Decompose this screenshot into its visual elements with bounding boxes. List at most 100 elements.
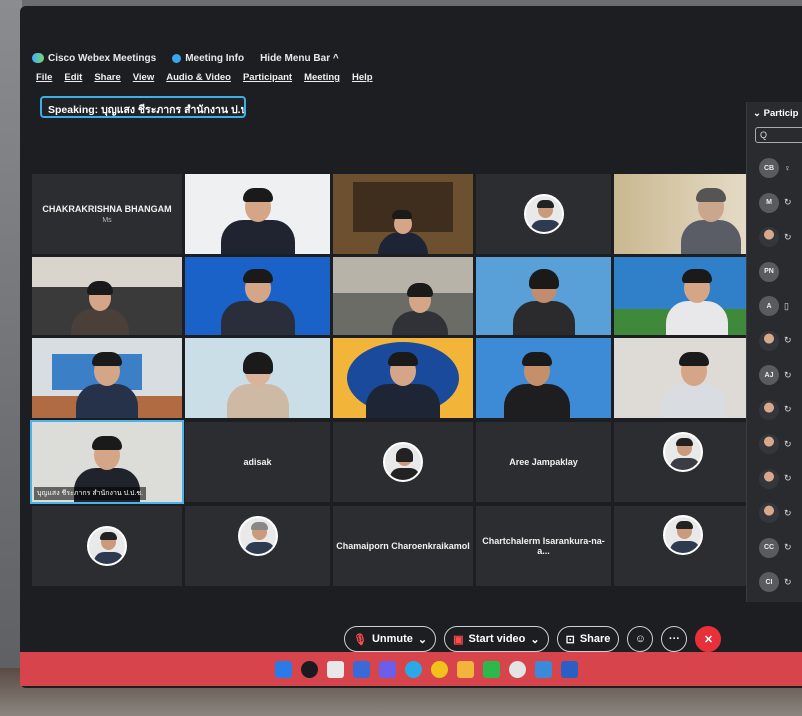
video-tile[interactable]: Aree Jampaklay (476, 422, 611, 502)
video-tile[interactable]: CHAKRAKRISHNA BHANGAM Ms (32, 174, 182, 254)
video-tile[interactable] (614, 422, 752, 502)
participant-video (503, 352, 570, 418)
video-off-icon: ▣ (453, 633, 464, 646)
chevron-down-icon[interactable]: ⌄ (418, 633, 427, 646)
audio-icon: ↻ (784, 576, 792, 587)
file-explorer-icon[interactable] (456, 660, 474, 678)
video-tile[interactable] (32, 338, 182, 418)
participant-initials: CB (759, 158, 779, 179)
start-menu-icon[interactable] (274, 660, 292, 678)
menu-share[interactable]: Share (94, 72, 120, 83)
audio-icon: ↻ (784, 335, 792, 346)
video-tile[interactable] (476, 338, 611, 418)
participant-row[interactable]: M ↻ (747, 186, 802, 221)
meeting-info-button[interactable]: Meeting Info (172, 53, 244, 64)
participant-initials: CC (759, 537, 779, 558)
video-tile-active-speaker[interactable]: บุญแสง ชีระภากร สำนักงาน ป.ป.ช. (30, 420, 184, 504)
participants-panel: ⌄ Particip Q CB ♀ M ↻ ↻ PN A ▯ ↻ AJ ↻ ↻ ↻ ↻ … (746, 102, 802, 602)
menu-audio-video[interactable]: Audio & Video (166, 72, 231, 83)
participant-name: Chartchalerm Isarankura-na-a... (482, 536, 605, 556)
participant-row[interactable]: ↻ (747, 496, 802, 531)
webex-taskbar-icon[interactable] (534, 660, 552, 678)
video-tile[interactable] (333, 338, 473, 418)
participant-row[interactable]: CI ↻ (747, 565, 802, 600)
video-tile[interactable] (185, 338, 330, 418)
video-tile[interactable] (333, 257, 473, 335)
participant-row[interactable]: AJ ↻ (747, 358, 802, 393)
teams-chat-icon[interactable] (378, 660, 396, 678)
video-tile[interactable]: Chartchalerm Isarankura-na-a... (476, 506, 611, 586)
task-view-icon[interactable] (326, 660, 344, 678)
participant-row[interactable]: ↻ (747, 427, 802, 462)
video-tile[interactable] (185, 257, 330, 335)
menu-view[interactable]: View (133, 72, 154, 83)
participant-video (391, 283, 448, 335)
widgets-icon[interactable] (352, 660, 370, 678)
webex-logo-icon (32, 53, 44, 63)
leave-meeting-button[interactable]: ✕ (695, 626, 722, 652)
video-tile[interactable] (185, 174, 330, 254)
participant-name: adisak (243, 457, 272, 467)
video-tile[interactable] (333, 422, 473, 502)
share-button[interactable]: ⊡ Share (556, 626, 620, 652)
menu-help[interactable]: Help (352, 72, 373, 83)
start-video-label: Start video (468, 633, 526, 645)
participant-name: Aree Jampaklay (509, 457, 578, 467)
participant-video (220, 269, 295, 335)
video-tile[interactable] (476, 174, 611, 254)
participant-row[interactable]: CB ♀ (747, 151, 802, 186)
participant-avatar (383, 442, 423, 482)
collapse-chevron-icon: ⌄ (753, 108, 764, 119)
reactions-button[interactable]: ☺ (627, 626, 654, 652)
chevron-down-icon[interactable]: ⌄ (530, 633, 539, 646)
video-tile[interactable] (614, 174, 752, 254)
word-icon[interactable] (560, 660, 578, 678)
monitor-screen: Cisco Webex Meetings Meeting Info Hide M… (20, 6, 802, 688)
participant-row[interactable]: ↻ (747, 393, 802, 428)
more-options-button[interactable]: ··· (661, 626, 688, 652)
hide-menu-bar-button[interactable]: Hide Menu Bar ^ (260, 53, 339, 64)
participant-initials: CI (759, 572, 779, 593)
participants-header[interactable]: ⌄ Particip (747, 102, 802, 119)
desk-background (0, 0, 22, 716)
participant-avatar (523, 194, 564, 234)
participant-search-input[interactable]: Q (755, 127, 802, 143)
edge-browser-icon[interactable] (404, 660, 422, 678)
app-icon[interactable] (508, 660, 526, 678)
participant-name: CHAKRAKRISHNA BHANGAM (42, 204, 172, 214)
video-tile[interactable] (185, 506, 330, 586)
video-tile[interactable] (614, 506, 752, 586)
video-tile[interactable] (333, 174, 473, 254)
participant-video (512, 269, 575, 335)
participant-avatar (759, 503, 779, 524)
video-tile[interactable] (614, 338, 752, 418)
participant-video (220, 188, 295, 254)
participant-row[interactable]: ↻ (747, 324, 802, 359)
start-video-button[interactable]: ▣ Start video ⌄ (444, 626, 549, 652)
video-tile[interactable]: Chamaiporn Charoenkraikamol (333, 506, 473, 586)
info-icon (172, 53, 182, 63)
video-tile[interactable] (32, 506, 182, 586)
chrome-browser-icon[interactable] (430, 660, 448, 678)
unmute-button[interactable]: 🎙︎ Unmute ⌄ (344, 626, 437, 652)
participant-name-label: บุญแสง ชีระภากร สำนักงาน ป.ป.ช. (34, 487, 147, 500)
participant-avatar (759, 434, 779, 455)
participant-row[interactable]: A ▯ (747, 289, 802, 324)
menu-file[interactable]: File (36, 72, 52, 83)
participant-row[interactable]: CC ↻ (747, 531, 802, 566)
menu-meeting[interactable]: Meeting (304, 72, 340, 83)
participant-row[interactable]: ↻ (747, 220, 802, 255)
video-tile[interactable]: adisak (185, 422, 330, 502)
mic-muted-icon: 🎙︎ (353, 633, 367, 646)
search-icon[interactable] (300, 660, 318, 678)
video-tile[interactable] (32, 257, 182, 335)
mic-icon: ♀ (784, 163, 791, 174)
menu-participant[interactable]: Participant (243, 72, 292, 83)
video-tile[interactable] (476, 257, 611, 335)
line-app-icon[interactable] (482, 660, 500, 678)
participant-row[interactable]: ↻ (747, 462, 802, 497)
participant-row[interactable]: PN (747, 255, 802, 290)
unmute-label: Unmute (371, 633, 413, 645)
video-tile[interactable] (614, 257, 752, 335)
menu-edit[interactable]: Edit (64, 72, 82, 83)
